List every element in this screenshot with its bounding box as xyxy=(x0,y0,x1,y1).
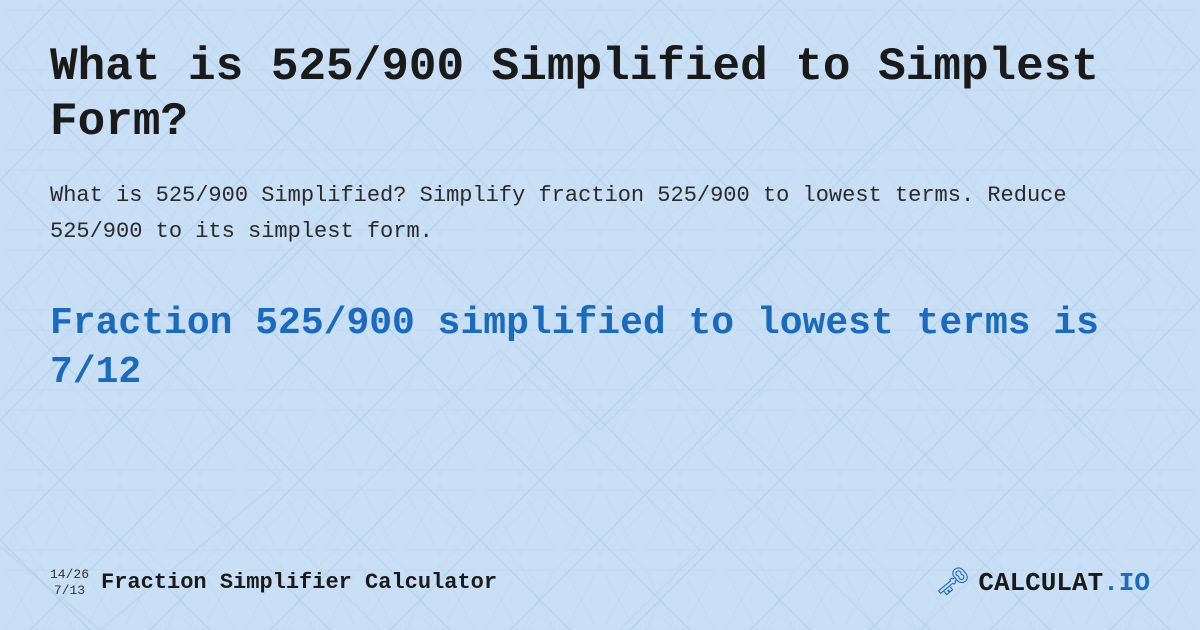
key-icon: 🗝 xyxy=(935,565,971,600)
footer-fraction: 14/26 7/13 xyxy=(50,567,89,598)
site-logo: 🗝 CALCULAT.IO xyxy=(935,565,1150,600)
logo-text: CALCULAT.IO xyxy=(978,568,1150,598)
result-text: Fraction 525/900 simplified to lowest te… xyxy=(50,299,1150,398)
footer-brand-label: Fraction Simplifier Calculator xyxy=(101,570,497,595)
page-title: What is 525/900 Simplified to Simplest F… xyxy=(50,40,1150,150)
description-text: What is 525/900 Simplified? Simplify fra… xyxy=(50,178,1150,248)
